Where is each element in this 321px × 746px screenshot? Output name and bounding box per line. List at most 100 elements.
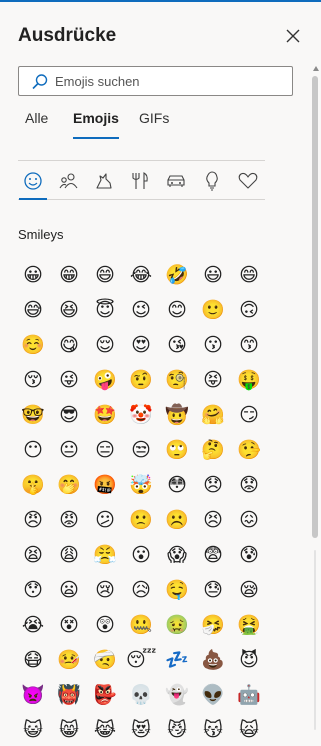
emoji-button[interactable]: 💩 (198, 645, 228, 675)
emoji-button[interactable]: 🤬 (90, 470, 120, 500)
emoji-button[interactable]: 😶 (18, 435, 48, 465)
emoji-button[interactable]: 🤑 (234, 365, 264, 395)
emoji-button[interactable]: 🙀 (234, 715, 264, 745)
emoji-button[interactable]: 🤐 (126, 610, 156, 640)
people-icon[interactable] (58, 171, 80, 191)
emoji-button[interactable]: 👽 (198, 680, 228, 710)
animals-icon[interactable] (93, 171, 115, 191)
emoji-button[interactable]: 😥 (126, 575, 156, 605)
close-icon[interactable] (283, 26, 303, 46)
emoji-button[interactable]: 😅 (18, 295, 48, 325)
emoji-button[interactable]: 😁 (54, 260, 84, 290)
emoji-button[interactable]: 🤗 (198, 400, 228, 430)
emoji-button[interactable]: 🤯 (126, 470, 156, 500)
emoji-button[interactable]: 😉 (126, 295, 156, 325)
emoji-button[interactable]: 👻 (162, 680, 192, 710)
tab-emojis[interactable]: Emojis (73, 108, 119, 139)
emoji-button[interactable]: 😏 (234, 400, 264, 430)
emoji-button[interactable]: 😝 (198, 365, 228, 395)
travel-icon[interactable] (165, 171, 187, 191)
emoji-button[interactable]: 💤 (162, 645, 192, 675)
emoji-button[interactable]: 🤧 (198, 610, 228, 640)
emoji-button[interactable]: 🙂 (198, 295, 228, 325)
emoji-button[interactable]: 🤥 (234, 435, 264, 465)
emoji-button[interactable]: 😫 (18, 540, 48, 570)
emoji-button[interactable]: 🤓 (18, 400, 48, 430)
emoji-button[interactable]: 🤕 (90, 645, 120, 675)
emoji-button[interactable]: 😞 (198, 470, 228, 500)
emoji-button[interactable]: 😩 (54, 540, 84, 570)
emoji-button[interactable]: 👿 (18, 680, 48, 710)
emoji-button[interactable]: 🙃 (234, 295, 264, 325)
emoji-button[interactable]: 🙄 (162, 435, 192, 465)
scrollbar-thumb[interactable] (312, 76, 318, 538)
emoji-button[interactable]: 😼 (162, 715, 192, 745)
emoji-button[interactable]: 🤩 (90, 400, 120, 430)
tab-gifs[interactable]: GIFs (139, 108, 169, 138)
emoji-button[interactable]: 😦 (54, 575, 84, 605)
emoji-button[interactable]: 😒 (126, 435, 156, 465)
emoji-button[interactable]: 😡 (54, 505, 84, 535)
emoji-button[interactable]: 🤣 (162, 260, 192, 290)
emoji-button[interactable]: 🤠 (162, 400, 192, 430)
emoji-button[interactable]: 💀 (126, 680, 156, 710)
emoji-button[interactable]: 🤨 (126, 365, 156, 395)
tab-all[interactable]: Alle (25, 108, 48, 138)
emoji-button[interactable]: 👺 (90, 680, 120, 710)
heart-icon[interactable] (237, 171, 259, 191)
emoji-button[interactable]: 🤔 (198, 435, 228, 465)
emoji-button[interactable]: 😂 (126, 260, 156, 290)
emoji-button[interactable]: 😘 (162, 330, 192, 360)
emoji-button[interactable]: 😕 (90, 505, 120, 535)
emoji-button[interactable]: 😢 (90, 575, 120, 605)
emoji-button[interactable]: 😟 (234, 470, 264, 500)
emoji-button[interactable]: 😨 (198, 540, 228, 570)
emoji-button[interactable]: 😯 (18, 575, 48, 605)
emoji-button[interactable]: 🤡 (126, 400, 156, 430)
emoji-button[interactable]: ☹️ (162, 505, 192, 535)
emoji-button[interactable]: 😻 (126, 715, 156, 745)
emoji-button[interactable]: 😪 (234, 575, 264, 605)
emoji-button[interactable]: 🧐 (162, 365, 192, 395)
emoji-button[interactable]: 🤮 (234, 610, 264, 640)
emoji-button[interactable]: 😸 (54, 715, 84, 745)
emoji-button[interactable]: 😄 (90, 260, 120, 290)
emoji-button[interactable]: 😐 (54, 435, 84, 465)
emoji-button[interactable]: 😎 (54, 400, 84, 430)
scrollbar-track[interactable] (314, 550, 316, 730)
emoji-button[interactable]: 😊 (162, 295, 192, 325)
emoji-button[interactable]: 🤢 (162, 610, 192, 640)
emoji-button[interactable]: 😮 (126, 540, 156, 570)
emoji-button[interactable]: 🤤 (162, 575, 192, 605)
emoji-button[interactable]: 😷 (18, 645, 48, 675)
emoji-button[interactable]: 🤭 (54, 470, 84, 500)
emoji-button[interactable]: 🤒 (54, 645, 84, 675)
emoji-button[interactable]: 😜 (54, 365, 84, 395)
emoji-button[interactable]: 😑 (90, 435, 120, 465)
emoji-button[interactable]: 😤 (90, 540, 120, 570)
emoji-button[interactable]: 😍 (126, 330, 156, 360)
emoji-button[interactable]: 😵 (54, 610, 84, 640)
emoji-search-box[interactable] (18, 66, 293, 96)
emoji-button[interactable]: 🙁 (126, 505, 156, 535)
emoji-button[interactable]: 🤪 (90, 365, 120, 395)
emoji-button[interactable]: 😚 (18, 365, 48, 395)
emoji-button[interactable]: 😆 (54, 295, 84, 325)
emoji-button[interactable]: 😠 (18, 505, 48, 535)
emoji-button[interactable]: 😌 (90, 330, 120, 360)
emoji-button[interactable]: 😴 (126, 645, 156, 675)
emoji-button[interactable]: 😺 (18, 715, 48, 745)
emoji-button[interactable]: 😖 (234, 505, 264, 535)
emoji-button[interactable]: 😰 (234, 540, 264, 570)
emoji-button[interactable]: 👹 (54, 680, 84, 710)
smiley-icon[interactable] (19, 171, 47, 200)
emoji-button[interactable]: 😱 (162, 540, 192, 570)
lightbulb-icon[interactable] (201, 171, 223, 191)
emoji-button[interactable]: 😄 (234, 260, 264, 290)
emoji-button[interactable]: 😹 (90, 715, 120, 745)
emoji-button[interactable]: 😈 (234, 645, 264, 675)
emoji-button[interactable]: 😳 (162, 470, 192, 500)
emoji-button[interactable]: 😀 (18, 260, 48, 290)
emoji-button[interactable]: 😓 (198, 575, 228, 605)
emoji-button[interactable]: ☺️ (18, 330, 48, 360)
